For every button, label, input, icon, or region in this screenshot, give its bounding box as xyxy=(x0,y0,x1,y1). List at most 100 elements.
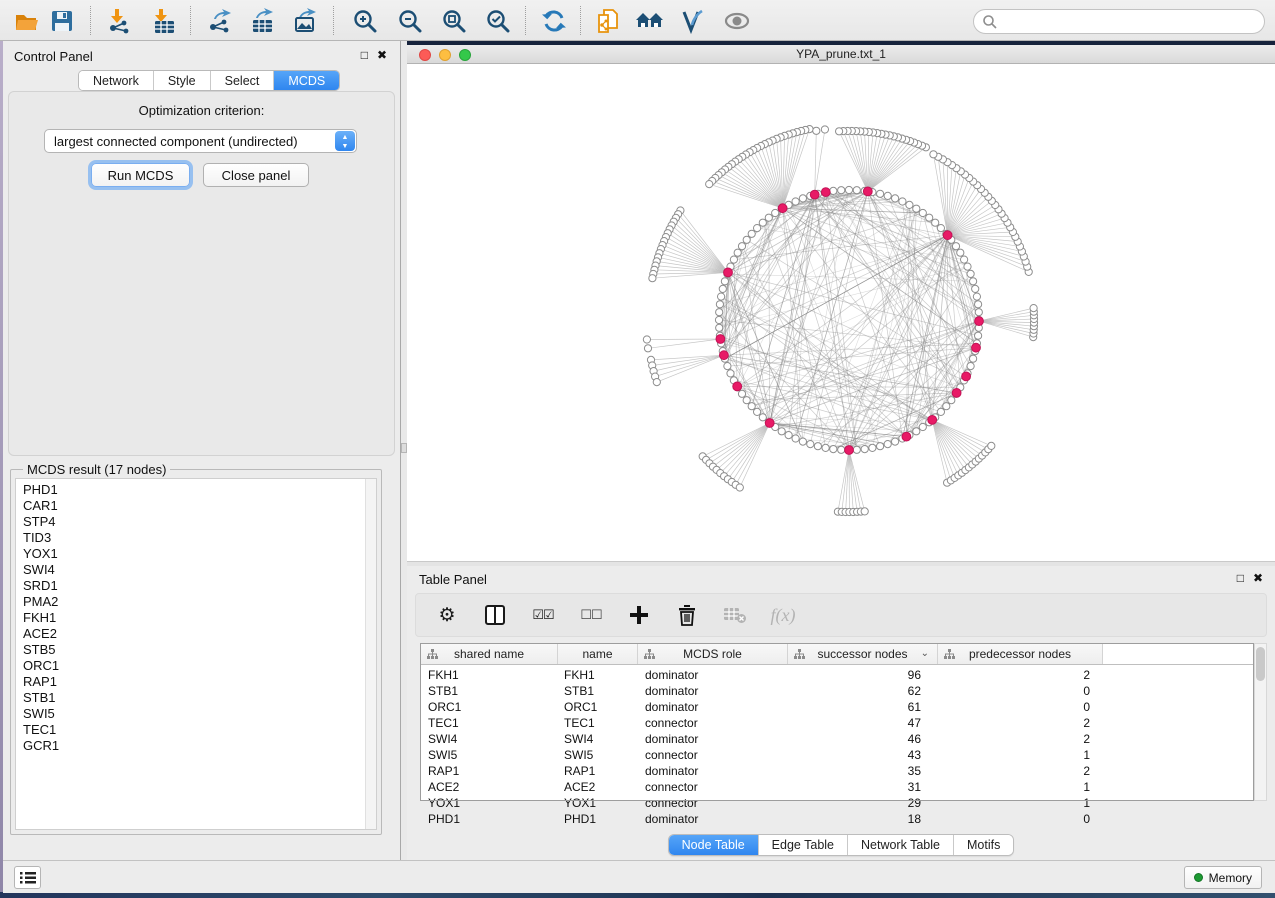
mcds-result-item[interactable]: STP4 xyxy=(16,514,376,530)
optimization-criterion-dropdown[interactable]: largest connected component (undirected)… xyxy=(44,129,357,153)
network-hub-node[interactable] xyxy=(928,416,937,425)
network-node[interactable] xyxy=(853,187,860,194)
select-all-icon[interactable]: ☑☑ xyxy=(530,602,556,628)
network-hub-node[interactable] xyxy=(821,188,830,197)
deselect-all-icon[interactable]: ☐☐ xyxy=(578,602,604,628)
network-node[interactable] xyxy=(952,243,959,250)
network-node[interactable] xyxy=(743,236,750,243)
network-leaf-node[interactable] xyxy=(836,128,843,135)
import-table-icon[interactable] xyxy=(150,7,178,35)
mcds-result-item[interactable]: YOX1 xyxy=(16,546,376,562)
network-node[interactable] xyxy=(838,187,845,194)
network-node[interactable] xyxy=(715,316,722,323)
network-hub-node[interactable] xyxy=(733,382,742,391)
network-leaf-node[interactable] xyxy=(653,379,660,386)
table-row[interactable]: ACE2ACE2connector311 xyxy=(421,779,1253,795)
table-scrollbar-thumb[interactable] xyxy=(1256,647,1265,681)
network-canvas[interactable] xyxy=(407,64,1275,561)
network-node[interactable] xyxy=(830,187,837,194)
export-image-icon[interactable] xyxy=(291,7,319,35)
network-node[interactable] xyxy=(759,219,766,226)
network-node[interactable] xyxy=(913,428,920,435)
table-row[interactable]: SWI4SWI4dominator462 xyxy=(421,731,1253,747)
network-node[interactable] xyxy=(943,403,950,410)
refresh-icon[interactable] xyxy=(540,7,568,35)
network-hub-node[interactable] xyxy=(902,432,911,441)
save-session-icon[interactable] xyxy=(48,7,76,35)
network-node[interactable] xyxy=(724,363,731,370)
network-node[interactable] xyxy=(822,444,829,451)
tab-network[interactable]: Network xyxy=(79,71,154,90)
network-node[interactable] xyxy=(727,370,734,377)
network-node[interactable] xyxy=(719,285,726,292)
network-node[interactable] xyxy=(716,324,723,331)
sort-descending-icon[interactable]: ⌄ xyxy=(921,648,929,659)
mcds-list-scrollbar[interactable] xyxy=(365,479,376,829)
network-node[interactable] xyxy=(937,408,944,415)
network-leaf-node[interactable] xyxy=(930,151,937,158)
float-panel-icon[interactable]: □ xyxy=(1237,572,1244,584)
mcds-result-item[interactable]: GCR1 xyxy=(16,738,376,754)
network-hub-node[interactable] xyxy=(972,343,981,352)
table-row[interactable]: STB1STB1dominator620 xyxy=(421,683,1253,699)
mcds-result-item[interactable]: ORC1 xyxy=(16,658,376,674)
network-node[interactable] xyxy=(961,256,968,263)
table-row[interactable]: YOX1YOX1connector291 xyxy=(421,795,1253,811)
network-node[interactable] xyxy=(899,198,906,205)
table-row[interactable]: FKH1FKH1dominator962 xyxy=(421,667,1253,683)
network-node[interactable] xyxy=(853,446,860,453)
network-node[interactable] xyxy=(754,408,761,415)
network-node[interactable] xyxy=(838,446,845,453)
network-hub-node[interactable] xyxy=(952,389,961,398)
hide-panel-eye-icon[interactable] xyxy=(723,7,751,35)
network-hub-node[interactable] xyxy=(778,204,787,213)
network-node[interactable] xyxy=(877,443,884,450)
network-node[interactable] xyxy=(877,190,884,197)
network-leaf-node[interactable] xyxy=(1030,305,1037,312)
table-scrollbar[interactable] xyxy=(1254,643,1267,801)
column-header-successor-nodes[interactable]: successor nodes ⌄ xyxy=(788,644,938,664)
network-node[interactable] xyxy=(975,301,982,308)
network-hub-node[interactable] xyxy=(716,335,725,344)
network-node[interactable] xyxy=(792,198,799,205)
network-leaf-node[interactable] xyxy=(988,442,995,449)
table-row[interactable]: TEC1TEC1connector472 xyxy=(421,715,1253,731)
vizmapper-icon[interactable] xyxy=(679,7,707,35)
network-node[interactable] xyxy=(892,438,899,445)
network-node[interactable] xyxy=(792,435,799,442)
network-node[interactable] xyxy=(845,186,852,193)
column-header-predecessor-nodes[interactable]: predecessor nodes xyxy=(938,644,1103,664)
network-node[interactable] xyxy=(716,301,723,308)
network-node[interactable] xyxy=(970,278,977,285)
tab-network-table[interactable]: Network Table xyxy=(848,835,954,855)
network-node[interactable] xyxy=(730,256,737,263)
column-header-name[interactable]: name xyxy=(558,644,638,664)
network-hub-node[interactable] xyxy=(720,351,729,360)
network-node[interactable] xyxy=(765,214,772,221)
show-columns-icon[interactable] xyxy=(482,602,508,628)
mcds-result-item[interactable]: PMA2 xyxy=(16,594,376,610)
tab-select[interactable]: Select xyxy=(211,71,275,90)
add-column-plus-icon[interactable] xyxy=(626,602,652,628)
network-node[interactable] xyxy=(869,444,876,451)
network-node[interactable] xyxy=(932,219,939,226)
close-panel-icon[interactable]: ✖ xyxy=(1253,572,1263,584)
tab-node-table[interactable]: Node Table xyxy=(669,835,759,855)
network-node[interactable] xyxy=(972,285,979,292)
network-node[interactable] xyxy=(814,443,821,450)
network-node[interactable] xyxy=(718,293,725,300)
close-window-traffic-light[interactable] xyxy=(419,49,431,61)
maximize-window-traffic-light[interactable] xyxy=(459,49,471,61)
network-node[interactable] xyxy=(913,205,920,212)
close-panel-icon[interactable]: ✖ xyxy=(377,49,387,61)
import-network-icon[interactable] xyxy=(106,7,134,35)
network-leaf-node[interactable] xyxy=(643,336,650,343)
network-node[interactable] xyxy=(759,414,766,421)
network-node[interactable] xyxy=(919,423,926,430)
search-field[interactable] xyxy=(973,9,1265,34)
mcds-result-item[interactable]: ACE2 xyxy=(16,626,376,642)
network-hub-node[interactable] xyxy=(724,268,733,277)
network-node[interactable] xyxy=(906,201,913,208)
open-session-icon[interactable] xyxy=(12,7,40,35)
network-node[interactable] xyxy=(743,397,750,404)
